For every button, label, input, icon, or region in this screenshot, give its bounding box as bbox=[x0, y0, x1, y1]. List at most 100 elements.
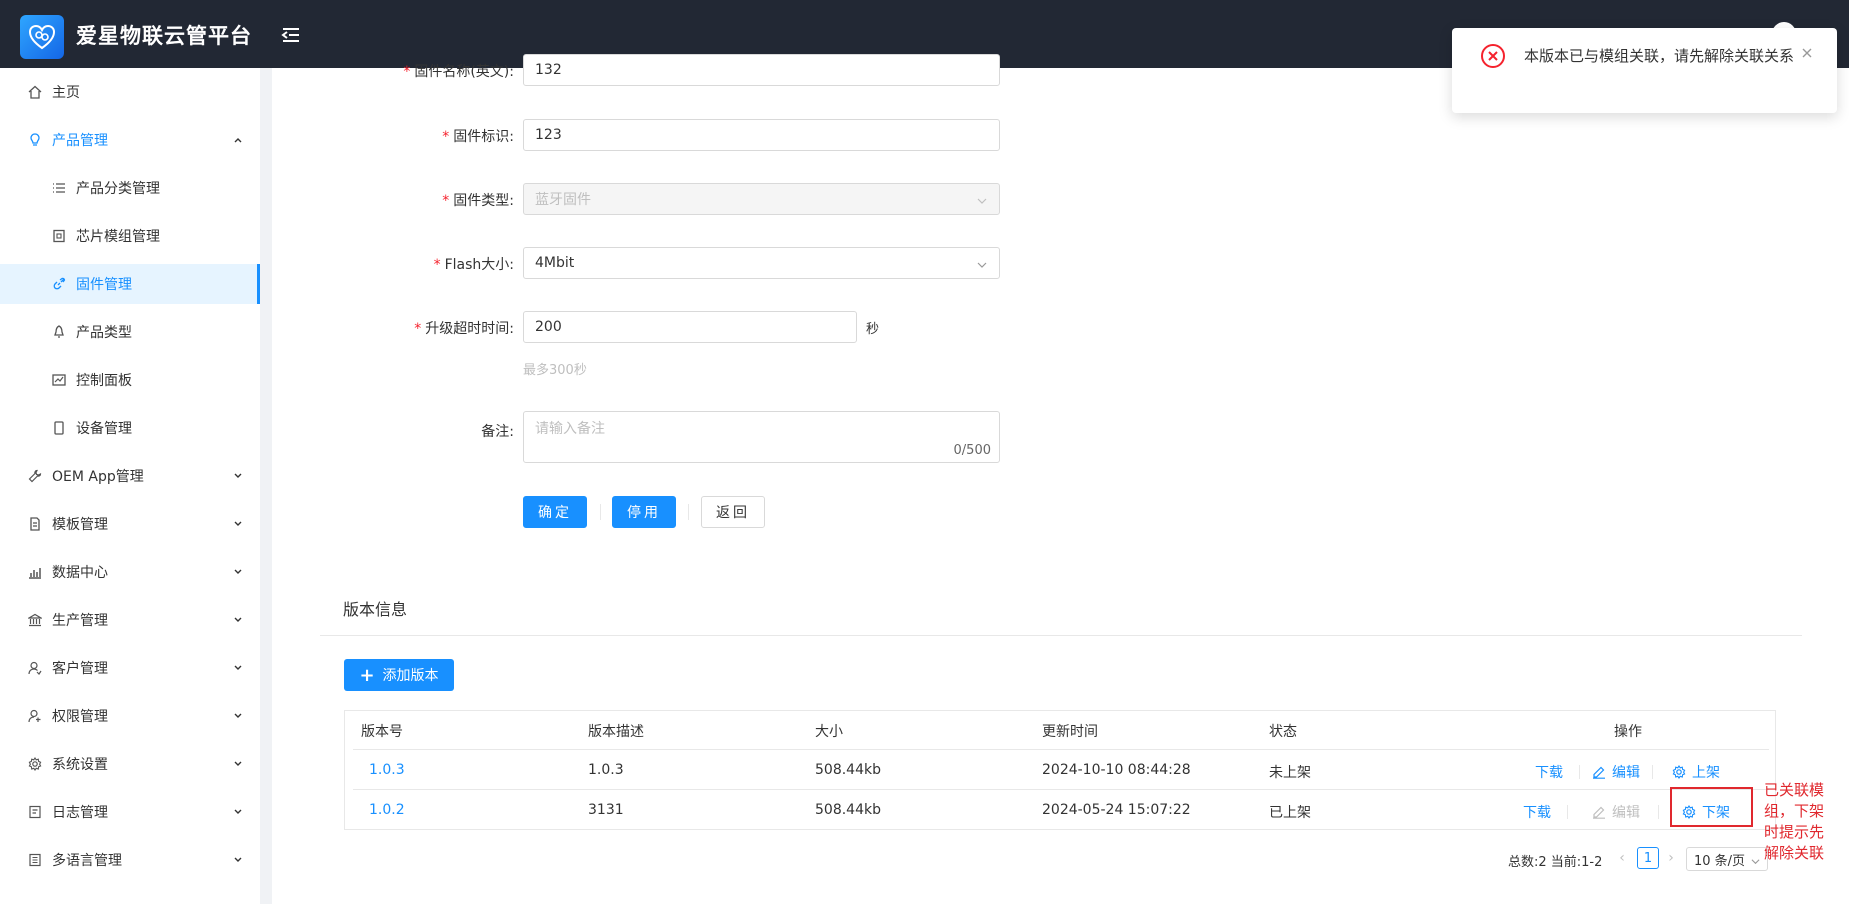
add-version-button[interactable]: + 添加版本 bbox=[344, 659, 454, 691]
permission-icon bbox=[27, 708, 43, 724]
error-circle-icon bbox=[1480, 43, 1506, 69]
sidebar-item-firmware[interactable]: 固件管理 bbox=[0, 264, 260, 304]
version-updated: 2024-05-24 15:07:22 bbox=[1042, 802, 1191, 818]
column-header-updated: 更新时间 bbox=[1042, 724, 1098, 740]
flash-size-label: * Flash大小: bbox=[433, 257, 514, 273]
bell-icon bbox=[51, 324, 67, 340]
download-link[interactable]: 下载 bbox=[1523, 802, 1551, 822]
section-divider bbox=[320, 635, 1802, 636]
customer-icon bbox=[27, 660, 43, 676]
menu-fold-icon[interactable] bbox=[280, 24, 302, 46]
sidebar-item-logs[interactable]: 日志管理 bbox=[0, 792, 260, 832]
version-size: 508.44kb bbox=[815, 802, 881, 818]
remark-counter: 0/500 bbox=[953, 443, 991, 458]
flash-size-select[interactable]: 4Mbit bbox=[523, 247, 1000, 279]
language-icon bbox=[27, 852, 43, 868]
firmware-name-en-label: * 固件名称(英文): bbox=[403, 64, 514, 80]
chevron-down-icon bbox=[977, 258, 987, 268]
sidebar-item-label: 生产管理 bbox=[52, 613, 108, 629]
version-description: 3131 bbox=[588, 802, 624, 818]
chevron-down-icon bbox=[232, 518, 244, 530]
sidebar-item-label: 权限管理 bbox=[52, 709, 108, 725]
sidebar-item-label: 系统设置 bbox=[52, 757, 108, 773]
sidebar-item-system-settings[interactable]: 系统设置 bbox=[0, 744, 260, 784]
sidebar-item-label: 设备管理 bbox=[76, 421, 132, 437]
log-icon bbox=[27, 804, 43, 820]
list-icon bbox=[51, 180, 67, 196]
edit-link[interactable]: 编辑 bbox=[1592, 762, 1640, 782]
chevron-down-icon bbox=[977, 194, 987, 204]
page-size-select[interactable]: 10 条/页 bbox=[1686, 847, 1768, 871]
version-link[interactable]: 1.0.2 bbox=[369, 802, 405, 818]
sidebar-item-production[interactable]: 生产管理 bbox=[0, 600, 260, 640]
version-status: 已上架 bbox=[1269, 805, 1311, 821]
sidebar-item-chip-module[interactable]: 芯片模组管理 bbox=[0, 216, 260, 256]
bank-icon bbox=[27, 612, 43, 628]
upgrade-timeout-input[interactable]: 200 bbox=[523, 311, 857, 343]
sidebar-item-customer[interactable]: 客户管理 bbox=[0, 648, 260, 688]
chevron-down-icon bbox=[232, 614, 244, 626]
sidebar-item-label: 固件管理 bbox=[76, 277, 132, 293]
firmware-name-en-input[interactable]: 132 bbox=[523, 54, 1000, 86]
edit-icon bbox=[1592, 765, 1606, 779]
button-divider bbox=[600, 504, 601, 520]
chevron-down-icon bbox=[232, 470, 244, 482]
version-table: 版本号 版本描述 大小 更新时间 状态 操作 1.0.3 1.0.3 508.4… bbox=[344, 710, 1776, 830]
publish-link[interactable]: 上架 bbox=[1672, 762, 1720, 782]
annotation-note: 已关联模组，下架时提示先解除关联 bbox=[1764, 781, 1825, 862]
sidebar-item-data-center[interactable]: 数据中心 bbox=[0, 552, 260, 592]
chevron-down-icon bbox=[232, 758, 244, 770]
chevron-down-icon bbox=[232, 662, 244, 674]
prev-page-icon[interactable]: ‹ bbox=[1615, 850, 1629, 866]
button-divider bbox=[688, 504, 689, 520]
sidebar-item-label: 模板管理 bbox=[52, 517, 108, 533]
chevron-down-icon bbox=[232, 854, 244, 866]
remark-textarea[interactable]: 请输入备注 0/500 bbox=[523, 411, 1000, 463]
sidebar-item-home[interactable]: 主页 bbox=[0, 72, 260, 112]
pagination-total: 总数:2 当前:1-2 bbox=[1508, 855, 1603, 870]
home-icon bbox=[27, 84, 43, 100]
bar-chart-icon bbox=[27, 564, 43, 580]
confirm-button[interactable]: 确定 bbox=[523, 496, 587, 528]
lightbulb-icon bbox=[27, 132, 43, 148]
sidebar-item-label: 产品管理 bbox=[52, 133, 108, 149]
chevron-down-icon bbox=[232, 806, 244, 818]
sidebar-item-product-management[interactable]: 产品管理 bbox=[0, 120, 260, 160]
annotation-highlight-box bbox=[1670, 787, 1753, 827]
back-button[interactable]: 返回 bbox=[701, 496, 765, 528]
sidebar-item-product-category[interactable]: 产品分类管理 bbox=[0, 168, 260, 208]
action-divider bbox=[1658, 805, 1659, 819]
firmware-identifier-label: * 固件标识: bbox=[442, 129, 514, 145]
sidebar-item-control-panel[interactable]: 控制面板 bbox=[0, 360, 260, 400]
sidebar-item-label: 产品类型 bbox=[76, 325, 132, 341]
chevron-up-icon bbox=[232, 134, 244, 146]
sidebar-item-label: 产品分类管理 bbox=[76, 181, 160, 197]
chevron-down-icon bbox=[1751, 855, 1760, 865]
next-page-icon[interactable]: › bbox=[1664, 850, 1678, 866]
download-link[interactable]: 下载 bbox=[1535, 762, 1563, 782]
page-number-button[interactable]: 1 bbox=[1637, 847, 1659, 869]
row-divider bbox=[353, 789, 1769, 790]
sidebar-item-product-type[interactable]: 产品类型 bbox=[0, 312, 260, 352]
chart-icon bbox=[51, 372, 67, 388]
action-divider bbox=[1652, 765, 1653, 779]
column-header-description: 版本描述 bbox=[588, 724, 644, 740]
sidebar-item-oem-app[interactable]: OEM App管理 bbox=[0, 456, 260, 496]
plus-icon: + bbox=[359, 664, 375, 686]
sidebar-item-template[interactable]: 模板管理 bbox=[0, 504, 260, 544]
disable-button[interactable]: 停用 bbox=[612, 496, 676, 528]
action-divider bbox=[1567, 805, 1568, 819]
link-icon bbox=[51, 276, 67, 292]
sidebar-item-label: 多语言管理 bbox=[52, 853, 122, 869]
page-size-value: 10 条/页 bbox=[1694, 853, 1746, 869]
sidebar-item-language[interactable]: 多语言管理 bbox=[0, 840, 260, 880]
version-description: 1.0.3 bbox=[588, 762, 624, 778]
firmware-identifier-input[interactable]: 123 bbox=[523, 119, 1000, 151]
version-link[interactable]: 1.0.3 bbox=[369, 762, 405, 778]
close-icon[interactable] bbox=[1800, 46, 1814, 60]
version-status: 未上架 bbox=[1269, 765, 1311, 781]
sidebar-item-device[interactable]: 设备管理 bbox=[0, 408, 260, 448]
sidebar-item-label: 控制面板 bbox=[76, 373, 132, 389]
sidebar-item-permission[interactable]: 权限管理 bbox=[0, 696, 260, 736]
version-size: 508.44kb bbox=[815, 762, 881, 778]
